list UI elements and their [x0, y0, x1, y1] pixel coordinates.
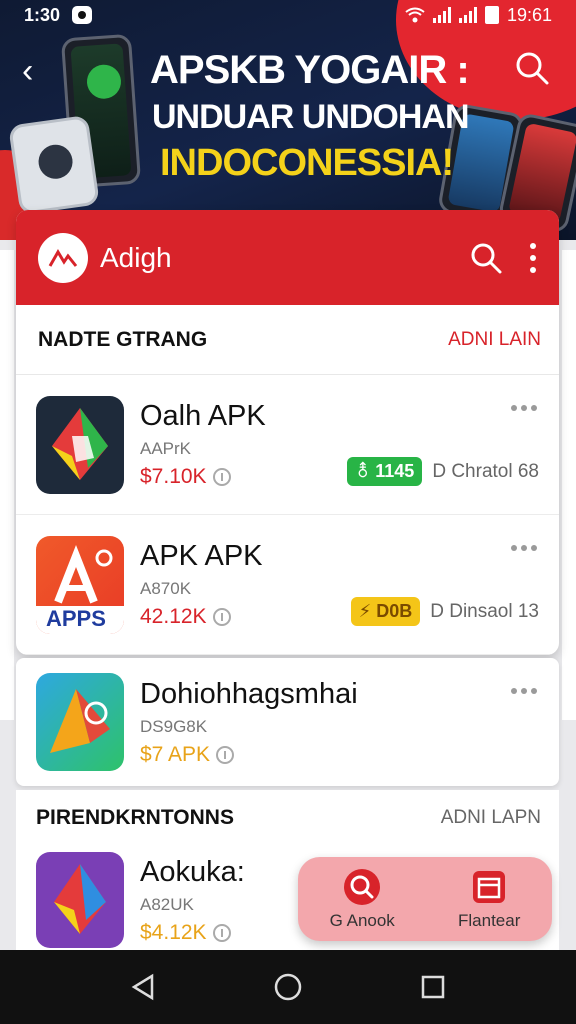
app-developer: A870K — [140, 579, 192, 598]
app-header: Adigh — [16, 210, 559, 305]
app-store-card: Adigh NADTE GTRANG ADNI LAIN Oalh APK AA… — [16, 210, 559, 655]
app-icon — [36, 673, 124, 771]
more-horiz-icon[interactable] — [511, 688, 537, 694]
download-count: D Dinsaol 13 — [430, 600, 539, 622]
more-horiz-icon[interactable] — [511, 405, 537, 411]
app-size: $7 APK — [140, 742, 211, 766]
app-developer: AAPrK — [140, 439, 192, 458]
section-header: NADTE GTRANG ADNI LAIN — [16, 305, 559, 375]
app-icon — [36, 395, 124, 494]
info-icon — [212, 608, 231, 626]
home-nav-icon[interactable] — [273, 972, 303, 1002]
download-count: D Chratol 68 — [432, 460, 539, 482]
floating-action-menu: G Anook Flantear — [298, 857, 552, 941]
promo-banner: ‹ APSKB YOGAIR : UNDUAR UNDOHAN INDOCONE… — [0, 0, 576, 240]
recents-nav-icon[interactable] — [418, 972, 448, 1002]
status-bar: 1:30 19:61 — [0, 0, 576, 30]
calendar-icon — [473, 871, 506, 903]
signal-icon — [432, 7, 451, 23]
wifi-icon — [405, 7, 425, 23]
section-title: NADTE GTRANG — [38, 327, 208, 351]
app-size: 42.12K — [140, 605, 207, 628]
more-vert-icon[interactable] — [529, 242, 537, 273]
more-horiz-icon[interactable] — [511, 545, 537, 551]
app-size: $7.10K — [140, 465, 207, 488]
float-category-button[interactable]: Flantear — [458, 867, 520, 931]
system-nav-bar — [0, 950, 576, 1024]
app-list-item[interactable]: Oalh APK AAPrK $7.10K ⚨ 1145 D Chratol 6… — [16, 375, 559, 515]
status-battery-time: 19:61 — [506, 4, 552, 25]
search-icon[interactable] — [514, 50, 550, 86]
notification-icon — [72, 6, 93, 24]
app-title: Dohiohhagsmhai — [140, 677, 358, 710]
signal-icon-2 — [458, 7, 477, 23]
see-all-link[interactable]: ADNI LAPN — [441, 807, 541, 829]
float-category-label: Flantear — [458, 911, 521, 930]
section-header: PIRENDKRNTONNS ADNI LAPN — [16, 790, 559, 846]
section-title: PIRENDKRNTONNS — [36, 806, 234, 829]
rating-badge: ⚡ D0B — [350, 597, 421, 626]
info-icon — [216, 745, 235, 764]
banner-subtitle: UNDUAR UNDOHAN — [152, 98, 470, 136]
see-all-link[interactable]: ADNI LAIN — [448, 329, 541, 351]
side-card-left — [0, 250, 14, 720]
side-card-right — [562, 250, 576, 720]
app-title: APK APK — [140, 540, 263, 572]
status-time: 1:30 — [24, 4, 61, 25]
app-size: $4.12K — [140, 920, 207, 944]
app-card: Dohiohhagsmhai DS9G8K $7 APK — [16, 658, 559, 786]
phone-illustration-silver — [8, 114, 100, 216]
back-arrow-icon[interactable]: ‹ — [22, 52, 33, 91]
info-icon — [212, 468, 231, 486]
app-logo-icon — [38, 232, 88, 283]
app-developer: DS9G8K — [140, 716, 208, 736]
app-icon — [36, 852, 124, 948]
battery-icon — [484, 6, 499, 24]
app-icon: APPS — [36, 535, 124, 634]
info-icon — [212, 923, 231, 942]
search-icon — [344, 869, 381, 905]
back-nav-icon[interactable] — [128, 972, 158, 1002]
app-list-item[interactable]: Dohiohhagsmhai DS9G8K $7 APK — [16, 658, 559, 786]
rating-badge: ⚨ 1145 — [347, 457, 423, 486]
banner-title: APSKB YOGAIR : — [150, 48, 470, 92]
search-icon[interactable] — [469, 241, 503, 275]
app-title: Oalh APK — [140, 400, 266, 432]
float-search-label: G Anook — [329, 911, 395, 930]
app-name: Adigh — [100, 241, 172, 273]
app-icon-label: APPS — [46, 605, 106, 631]
float-search-button[interactable]: G Anook — [330, 867, 395, 931]
banner-highlight: INDOCONESSIA! — [160, 142, 454, 184]
app-list-item[interactable]: APPS APK APK A870K 42.12K ⚡ D0B D Dinsao… — [16, 515, 559, 655]
